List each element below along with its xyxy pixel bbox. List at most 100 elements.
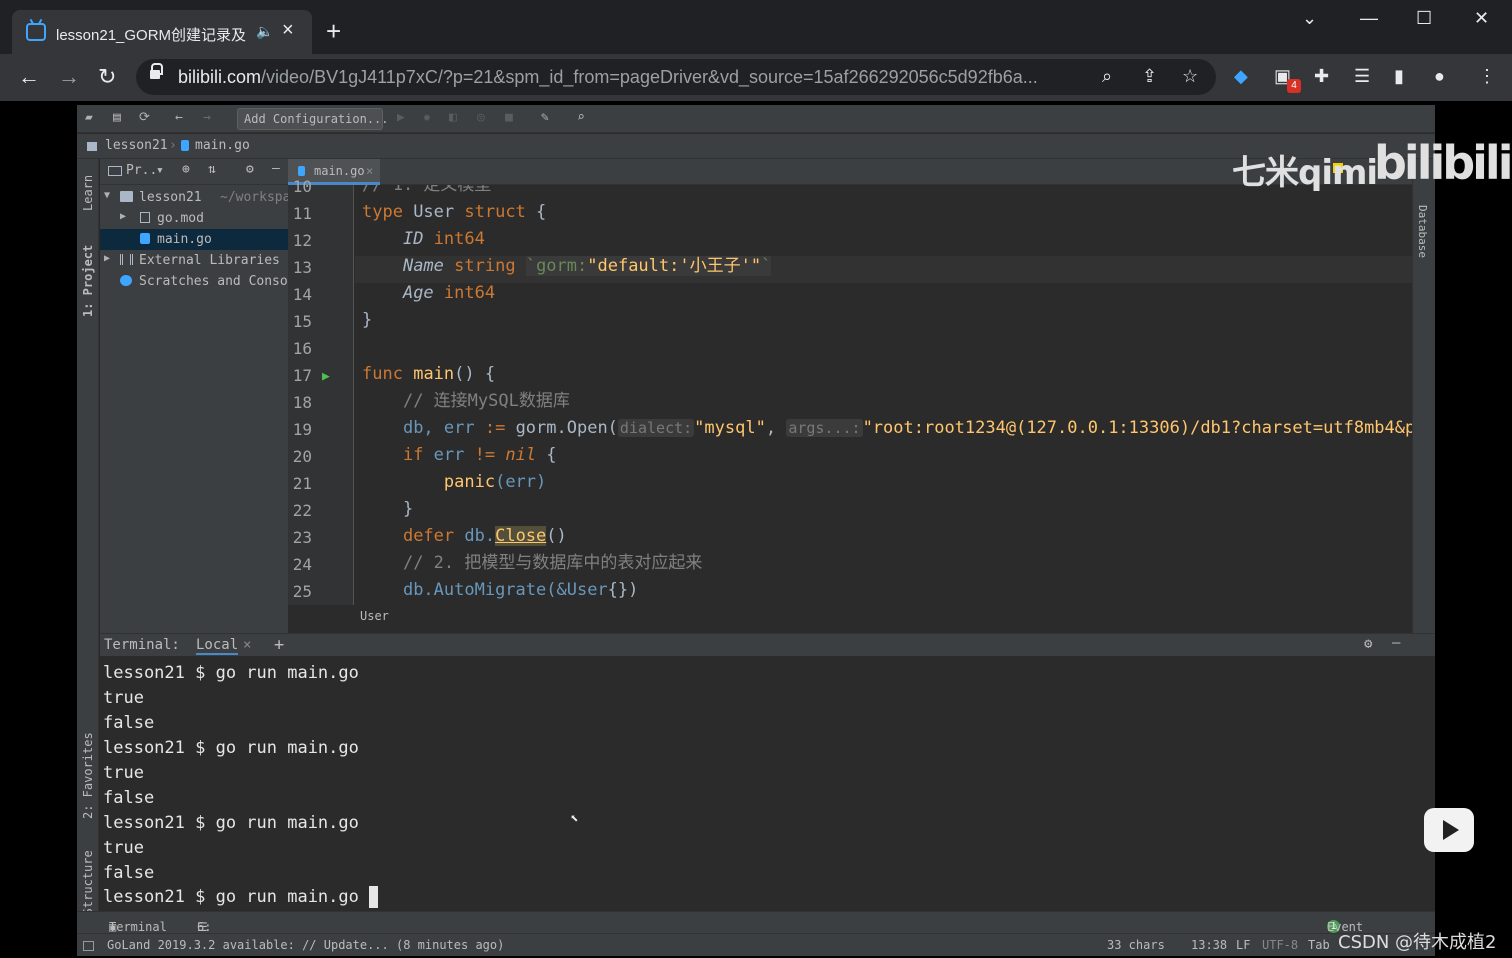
tree-item-label: Scratches and Conso	[139, 274, 288, 289]
code-line-13: Name string `gorm:"default:'小王子'"`	[402, 256, 772, 276]
breadcrumb-file[interactable]: main.go	[195, 138, 250, 153]
new-tab-button[interactable]: +	[326, 18, 341, 44]
file-encoding[interactable]: UTF-8	[1262, 938, 1298, 952]
terminal-cursor	[369, 886, 379, 908]
address-bar[interactable]: bilibili.com/video/BV1gJ411p7xC/?p=21&sp…	[136, 59, 1216, 95]
line-separator[interactable]: LF	[1236, 938, 1250, 952]
line-number: 12	[292, 231, 312, 250]
editor-structure-breadcrumb[interactable]: User	[360, 609, 389, 623]
back-button[interactable]: ←	[18, 64, 40, 90]
side-panel-icon[interactable]: ▮	[1394, 66, 1404, 87]
new-terminal-icon[interactable]: +	[274, 635, 284, 655]
add-configuration-button[interactable]: Add Configuration...	[237, 108, 389, 130]
expand-arrow-icon[interactable]: ▶	[104, 253, 110, 264]
reload-button[interactable]: ↻	[98, 64, 116, 90]
code-line-23: defer db.Close()	[402, 526, 567, 546]
line-number: 21	[292, 474, 312, 493]
line-number: 22	[292, 501, 312, 520]
zoom-icon[interactable]: ⌕	[1102, 66, 1112, 87]
extensions-puzzle-icon[interactable]: ✚	[1314, 66, 1329, 87]
code-line-10: // 1. 定义模型	[362, 185, 492, 195]
extension-gem-icon[interactable]: ◆	[1234, 66, 1248, 87]
line-number: 20	[292, 447, 312, 466]
tree-item-scratches[interactable]: Scratches and Conso	[100, 271, 288, 292]
locate-file-icon[interactable]: ⊕	[182, 162, 190, 177]
code-line-11: type User struct {	[362, 202, 547, 222]
back-nav-icon[interactable]: ←	[175, 110, 183, 125]
forward-nav-icon[interactable]: →	[203, 110, 211, 125]
wrench-settings-icon[interactable]: ✎	[541, 110, 549, 125]
debug-icon[interactable]: ✹	[423, 110, 431, 125]
line-number: 16	[292, 339, 312, 358]
terminal-line: false	[103, 863, 155, 883]
chevron-down-icon[interactable]: ▾	[156, 163, 164, 178]
line-number: 13	[292, 258, 312, 277]
share-icon[interactable]: ⇪	[1142, 66, 1157, 87]
toggle-tool-windows-icon[interactable]	[83, 941, 94, 951]
project-panel: Pr.. ▾ ⊕ ⇅ ⚙ — ▼ lesson21 ~/workspa ▶ go…	[100, 159, 288, 635]
maximize-button[interactable]: ☐	[1416, 8, 1432, 29]
tree-item-label: External Libraries	[139, 253, 280, 268]
database-tool-tab[interactable]: Database	[1416, 205, 1429, 258]
left-tool-strip: Learn 1: Project 2: Favorites Z: Structu…	[77, 159, 99, 937]
browser-tabstrip: lesson21_GORM创建记录及 🔈 × + ⌄ — ☐ ✕	[0, 0, 1512, 54]
terminal-tab-local[interactable]: Local	[196, 637, 239, 655]
browser-menu-icon[interactable]: ⋮	[1478, 66, 1496, 87]
caret-position[interactable]: 13:38	[1191, 938, 1227, 952]
terminal-label: Terminal:	[104, 637, 180, 653]
collapse-all-icon[interactable]: ⇅	[208, 162, 216, 177]
line-number: 18	[292, 393, 312, 412]
video-play-icon[interactable]	[1424, 808, 1474, 852]
run-gutter-icon[interactable]: ▶	[322, 369, 330, 384]
tree-item-external-libraries[interactable]: ▶ External Libraries	[100, 250, 288, 271]
minimize-button[interactable]: —	[1360, 8, 1378, 29]
mouse-pointer-icon: ⬉	[570, 811, 579, 827]
terminal-panel[interactable]: Terminal: Local × + ⚙ — lesson21 $ go ru…	[100, 633, 1435, 913]
terminal-settings-gear-icon[interactable]: ⚙	[1364, 636, 1372, 652]
lock-icon[interactable]	[150, 63, 163, 81]
hide-panel-icon[interactable]: —	[272, 161, 280, 176]
close-window-button[interactable]: ✕	[1474, 8, 1489, 29]
tab-search-icon[interactable]: ⌄	[1302, 8, 1317, 29]
sync-icon[interactable]: ⟳	[139, 110, 150, 125]
code-editor[interactable]: // 1. 定义模型 type User struct { ID int64 N…	[355, 185, 1412, 605]
breadcrumb-project[interactable]: lesson21	[105, 138, 168, 153]
bilibili-logo-watermark: bilibili	[1374, 136, 1512, 190]
tree-item-project-root[interactable]: ▼ lesson21 ~/workspa	[100, 187, 288, 208]
terminal-header: Terminal: Local × + ⚙ —	[100, 633, 1435, 656]
hide-terminal-icon[interactable]: —	[1392, 635, 1400, 651]
search-everywhere-icon[interactable]: ⌕	[577, 110, 585, 125]
line-number: 17	[292, 366, 312, 385]
gear-icon[interactable]: ⚙	[246, 162, 254, 177]
browser-tab[interactable]: lesson21_GORM创建记录及 🔈 ×	[12, 10, 312, 54]
save-icon[interactable]: ▤	[113, 110, 121, 125]
profile-run-icon[interactable]: ◎	[477, 110, 485, 125]
indent-setting[interactable]: Tab	[1308, 938, 1330, 952]
tab-close-icon[interactable]: ×	[282, 19, 294, 42]
go-file-icon	[298, 166, 305, 176]
bookmark-star-icon[interactable]: ☆	[1182, 66, 1198, 87]
open-folder-icon[interactable]: ▰	[85, 110, 93, 125]
status-bar: GoLand 2019.3.2 available: // Update... …	[77, 933, 1435, 956]
forward-button[interactable]: →	[58, 64, 80, 90]
url-text[interactable]: bilibili.com/video/BV1gJ411p7xC/?p=21&sp…	[178, 67, 1088, 88]
project-view-dropdown[interactable]: Pr..	[126, 163, 157, 178]
audio-playing-icon[interactable]: 🔈	[256, 23, 273, 40]
stop-icon[interactable]: ■	[505, 110, 513, 125]
profile-avatar-icon[interactable]: ●	[1434, 66, 1445, 87]
tree-item-path: ~/workspa	[220, 190, 288, 205]
learn-tool-tab[interactable]: Learn	[81, 175, 95, 211]
close-tab-icon[interactable]: ×	[366, 164, 373, 178]
bilibili-favicon-icon	[26, 23, 46, 41]
favorites-tool-tab[interactable]: 2: Favorites	[81, 732, 95, 819]
status-message[interactable]: GoLand 2019.3.2 available: // Update... …	[107, 938, 504, 952]
project-tool-tab[interactable]: 1: Project	[81, 245, 95, 317]
run-icon[interactable]: ▶	[397, 110, 405, 125]
expand-arrow-icon[interactable]: ▼	[104, 190, 110, 201]
coverage-icon[interactable]: ◧	[449, 110, 457, 125]
tree-item-go-mod[interactable]: ▶ go.mod	[100, 208, 288, 229]
tree-item-main-go[interactable]: main.go	[100, 229, 288, 250]
close-terminal-tab-icon[interactable]: ×	[243, 637, 251, 653]
reading-list-icon[interactable]: ☰	[1354, 66, 1370, 87]
expand-arrow-icon[interactable]: ▶	[120, 211, 126, 222]
